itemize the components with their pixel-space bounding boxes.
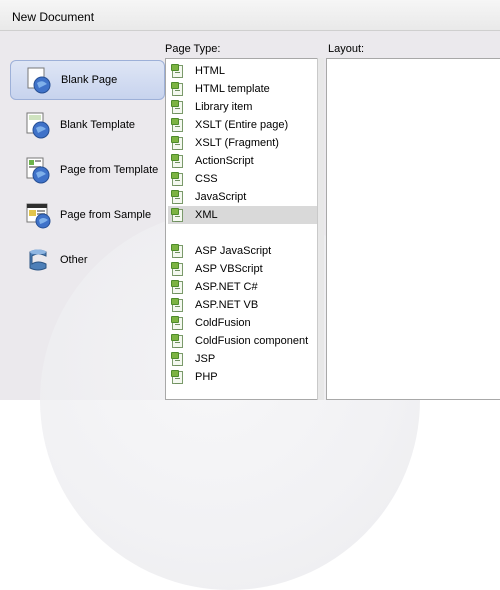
page-type-item-javascript[interactable]: JavaScript [168, 188, 318, 206]
category-label: Other [60, 254, 88, 266]
page-type-label: CSS [195, 173, 218, 185]
page-type-item-css[interactable]: CSS [168, 170, 318, 188]
page-type-item-asp-javascript[interactable]: ASP JavaScript [168, 242, 318, 260]
file-icon [171, 369, 183, 384]
category-page-from-sample[interactable]: Page from Sample [10, 195, 165, 235]
category-label: Page from Template [60, 164, 159, 176]
page-type-item-library-item[interactable]: Library item [168, 98, 318, 116]
blank-page-icon [25, 66, 53, 94]
file-icon [171, 207, 183, 222]
page-type-item-coldfusion-component[interactable]: ColdFusion component [168, 332, 318, 350]
page-type-label: ColdFusion component [195, 335, 309, 347]
category-blank-page[interactable]: Blank Page [10, 60, 165, 100]
page-type-label: HTML template [195, 83, 270, 95]
page-type-label: ActionScript [195, 155, 254, 167]
file-icon [171, 81, 183, 96]
file-icon [171, 171, 183, 186]
category-list: Blank Page Blank Template Page from Temp… [10, 58, 165, 400]
other-icon [24, 246, 52, 274]
page-type-item-coldfusion[interactable]: ColdFusion [168, 314, 318, 332]
page-type-label: ASP VBScript [195, 263, 263, 275]
dialog-title: New Document [12, 10, 95, 24]
page-type-item-html-template[interactable]: HTML template [168, 80, 318, 98]
page-type-label: JavaScript [195, 191, 247, 203]
file-icon [171, 297, 183, 312]
layout-list[interactable] [326, 58, 500, 400]
page-type-label: Library item [195, 101, 253, 113]
page-type-item-html[interactable]: HTML [168, 62, 318, 80]
file-icon [171, 351, 183, 366]
page-type-item-aspnet-csharp[interactable]: ASP.NET C# [168, 278, 318, 296]
category-label: Page from Sample [60, 209, 152, 221]
page-from-template-icon [24, 156, 52, 184]
page-type-scrollbar[interactable] [317, 58, 324, 400]
page-type-label: XSLT (Entire page) [195, 119, 289, 131]
page-type-label: ColdFusion [195, 317, 251, 329]
file-icon [171, 279, 183, 294]
dialog-titlebar[interactable]: New Document [0, 0, 500, 31]
file-icon [171, 333, 183, 348]
page-type-label: ASP.NET C# [195, 281, 258, 293]
page-type-item-asp-vbscript[interactable]: ASP VBScript [168, 260, 318, 278]
page-type-item-jsp[interactable]: JSP [168, 350, 318, 368]
category-other[interactable]: Other [10, 240, 165, 280]
page-type-item-xslt-entire[interactable]: XSLT (Entire page) [168, 116, 318, 134]
page-type-label: JSP [195, 353, 216, 365]
page-type-label: XSLT (Fragment) [195, 137, 279, 149]
category-blank-template[interactable]: Blank Template [10, 105, 165, 145]
page-type-list[interactable]: HTML HTML template Library item XSLT (En… [165, 58, 318, 400]
blank-template-icon [24, 111, 52, 139]
file-icon [171, 153, 183, 168]
file-icon [171, 315, 183, 330]
page-type-label: ASP.NET VB [195, 299, 259, 311]
page-type-item-actionscript[interactable]: ActionScript [168, 152, 318, 170]
file-icon [171, 135, 183, 150]
file-icon [171, 63, 183, 78]
file-icon [171, 117, 183, 132]
file-icon [171, 189, 183, 204]
page-type-label: PHP [195, 371, 218, 383]
page-type-label: XML [195, 209, 218, 221]
page-type-item-xml[interactable]: XML [168, 206, 318, 224]
new-document-dialog: New Document Page Type: Layout: Blank Pa… [0, 0, 500, 590]
page-type-item-php[interactable]: PHP [168, 368, 318, 386]
page-type-item-aspnet-vb[interactable]: ASP.NET VB [168, 296, 318, 314]
file-icon [171, 261, 183, 276]
page-type-label: HTML [195, 65, 225, 77]
page-type-label: ASP JavaScript [195, 245, 272, 257]
page-type-item-xslt-fragment[interactable]: XSLT (Fragment) [168, 134, 318, 152]
category-label: Blank Template [60, 119, 136, 131]
category-page-from-template[interactable]: Page from Template [10, 150, 165, 190]
file-icon [171, 243, 183, 258]
page-type-label: Page Type: [165, 43, 221, 55]
layout-label: Layout: [328, 43, 365, 55]
page-from-sample-icon [24, 201, 52, 229]
file-icon [171, 99, 183, 114]
category-label: Blank Page [61, 74, 118, 86]
